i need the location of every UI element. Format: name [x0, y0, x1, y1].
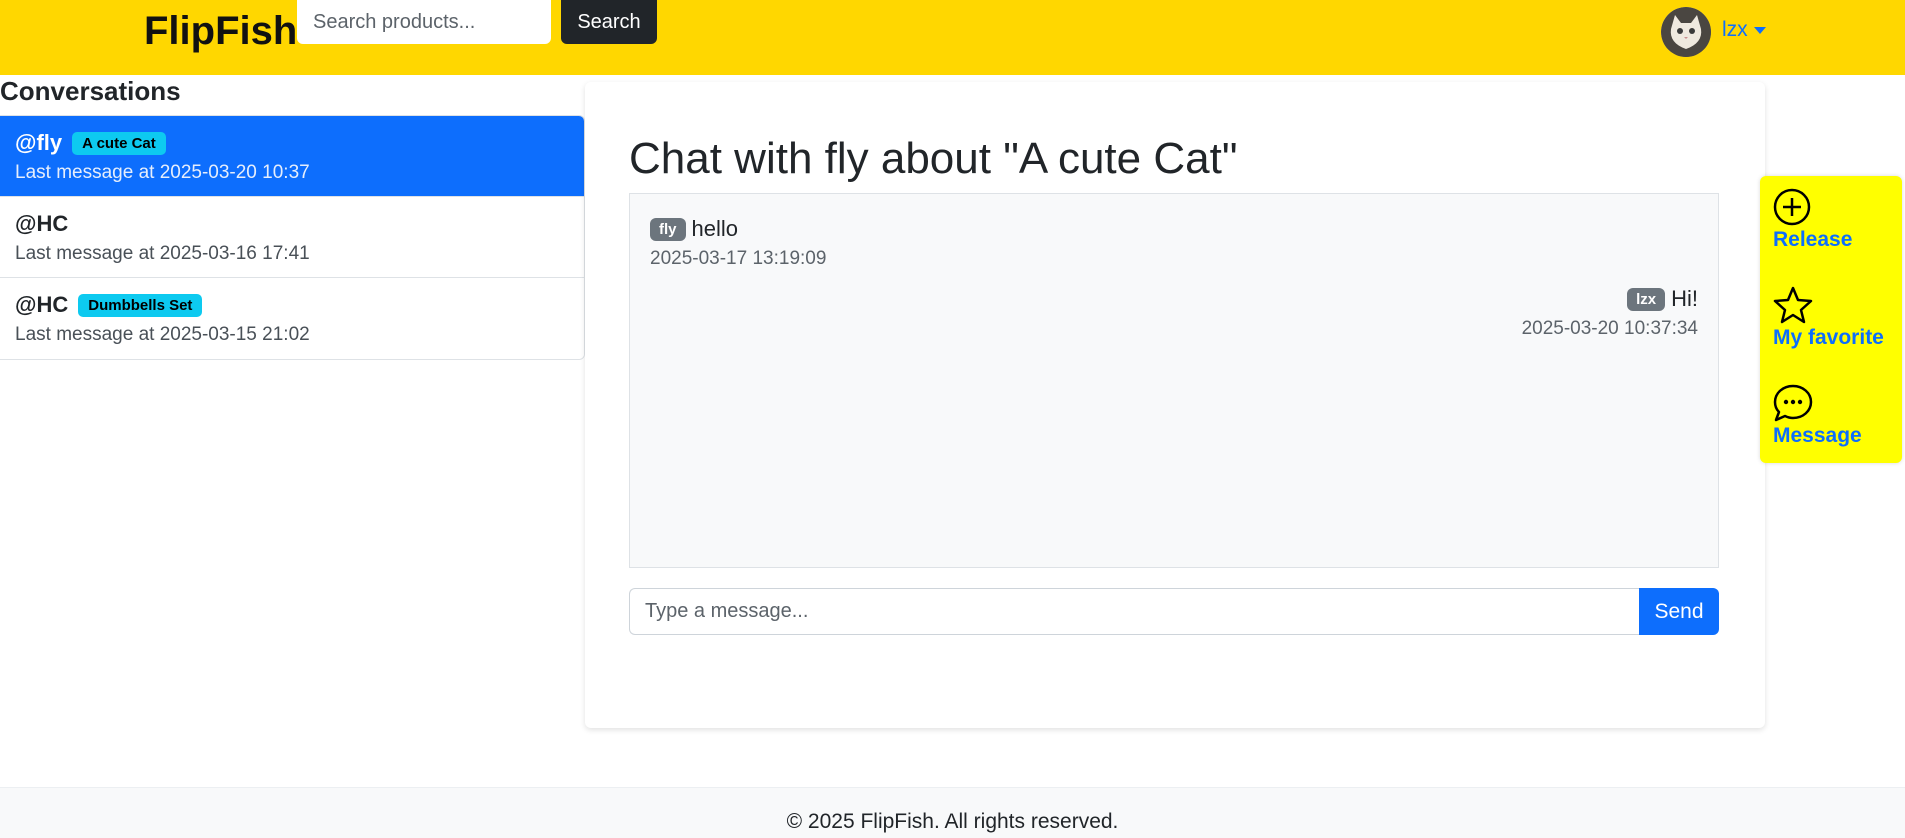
search-button[interactable]: Search — [561, 0, 657, 44]
search-input[interactable] — [297, 0, 551, 44]
sender-badge: fly — [650, 217, 686, 241]
cat-avatar-icon — [1661, 7, 1711, 57]
message-history[interactable]: fly hello 2025-03-17 13:19:09 lzx Hi! 20… — [629, 193, 1719, 568]
quick-actions-panel: Release My favorite Message — [1760, 176, 1902, 463]
plus-circle-icon — [1773, 188, 1811, 226]
conversation-item-fly-cat[interactable]: @fly A cute Cat Last message at 2025-03-… — [0, 116, 584, 197]
product-badge: Dumbbells Set — [78, 293, 203, 317]
star-icon — [1773, 286, 1813, 324]
footer: © 2025 FlipFish. All rights reserved. — [0, 787, 1905, 838]
conversation-item-hc-dumbbells[interactable]: @HC Dumbbells Set Last message at 2025-0… — [0, 278, 584, 359]
message-compose: Send — [629, 588, 1719, 635]
send-button[interactable]: Send — [1639, 588, 1719, 635]
conversations-heading: Conversations — [0, 76, 181, 106]
message-timestamp: 2025-03-17 13:19:09 — [650, 248, 827, 269]
message-timestamp: 2025-03-20 10:37:34 — [1521, 318, 1698, 339]
message-input[interactable] — [629, 588, 1639, 635]
navbar: FlipFish Search lzx — [0, 0, 1905, 75]
my-favorite-label: My favorite — [1773, 326, 1884, 349]
user-menu-dropdown[interactable]: lzx — [1722, 18, 1766, 42]
release-link[interactable]: Release — [1773, 188, 1902, 252]
sender-badge: lzx — [1627, 287, 1666, 311]
footer-copyright: © 2025 FlipFish. All rights reserved. — [786, 810, 1119, 833]
username-label: lzx — [1722, 18, 1748, 41]
release-label: Release — [1773, 228, 1853, 251]
message-text: hello — [691, 216, 738, 241]
message-received: fly hello 2025-03-17 13:19:09 — [650, 216, 826, 270]
chat-title: Chat with fly about "A cute Cat" — [629, 134, 1238, 183]
message-text: Hi! — [1671, 286, 1698, 311]
conversation-last-message: Last message at 2025-03-15 21:02 — [15, 324, 310, 345]
message-link[interactable]: Message — [1773, 384, 1902, 448]
user-avatar[interactable] — [1661, 7, 1711, 57]
conversation-user: @fly — [15, 130, 63, 155]
conversation-last-message: Last message at 2025-03-16 17:41 — [15, 243, 310, 264]
conversation-item-hc[interactable]: @HC Last message at 2025-03-16 17:41 — [0, 197, 584, 278]
conversation-user: @HC — [15, 292, 69, 317]
conversation-list: @fly A cute Cat Last message at 2025-03-… — [0, 115, 585, 360]
conversation-last-message: Last message at 2025-03-20 10:37 — [15, 162, 310, 183]
conversation-user: @HC — [15, 211, 69, 236]
caret-down-icon — [1753, 26, 1766, 34]
brand-logo[interactable]: FlipFish — [144, 10, 297, 52]
message-sent: lzx Hi! 2025-03-20 10:37:34 — [1522, 286, 1698, 340]
product-badge: A cute Cat — [72, 131, 166, 155]
chat-card: Chat with fly about "A cute Cat" fly hel… — [585, 82, 1765, 728]
chat-dots-icon — [1773, 384, 1813, 422]
message-label: Message — [1773, 424, 1862, 447]
my-favorite-link[interactable]: My favorite — [1773, 286, 1902, 350]
